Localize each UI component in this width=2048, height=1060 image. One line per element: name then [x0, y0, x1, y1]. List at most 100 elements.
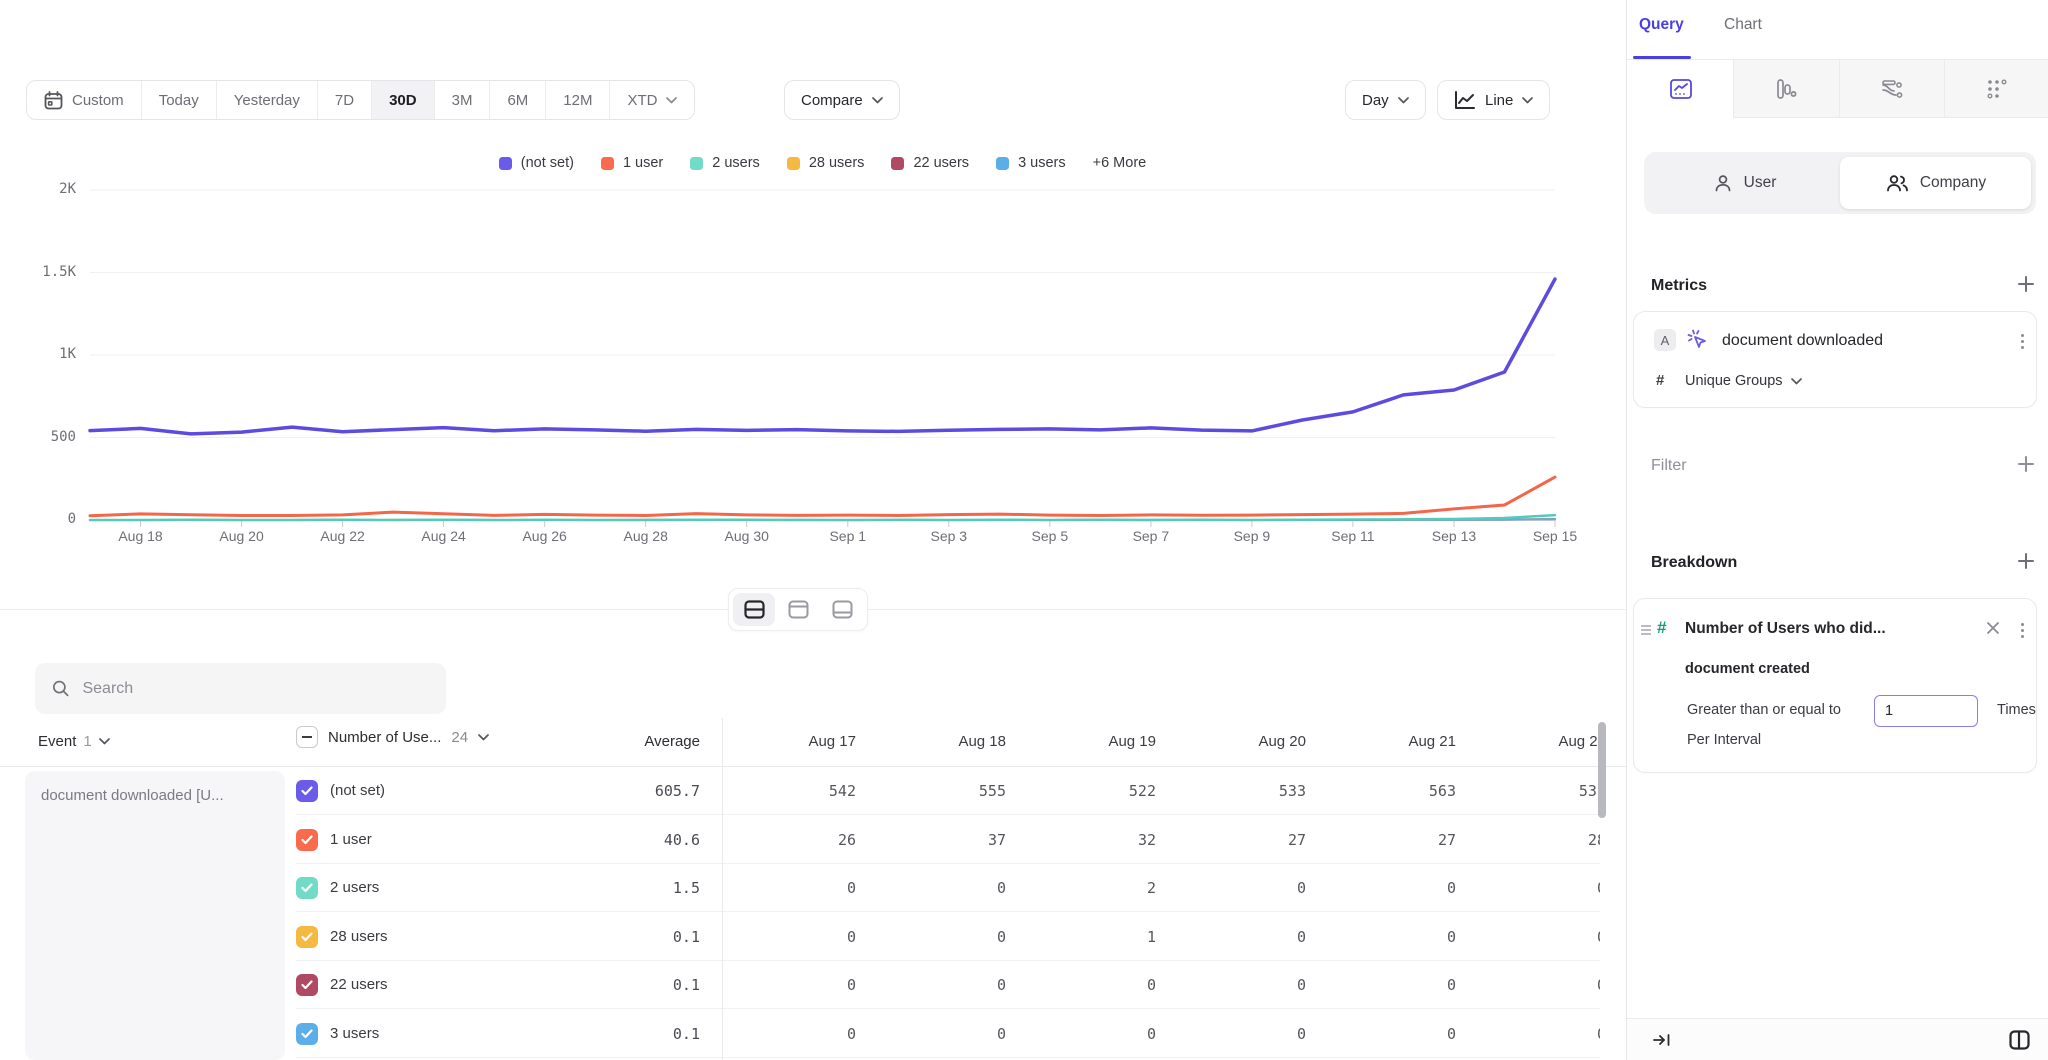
- search-box[interactable]: [35, 663, 446, 714]
- layout-table-button[interactable]: [821, 593, 863, 626]
- breakdown-hash-icon: #: [1657, 618, 1666, 638]
- legend-item[interactable]: 2 users: [690, 155, 760, 171]
- breakdown-condition-label[interactable]: Greater than or equal to: [1687, 702, 1841, 718]
- range-button-yesterday[interactable]: Yesterday: [217, 81, 318, 119]
- search-input[interactable]: [82, 680, 429, 698]
- breakdown-card[interactable]: # Number of Users who did... document cr…: [1633, 598, 2037, 773]
- legend-item[interactable]: 3 users: [996, 155, 1066, 171]
- legend-label: (not set): [521, 155, 574, 171]
- compare-label: Compare: [801, 92, 863, 109]
- chart-only-icon: [788, 600, 809, 619]
- legend-label: 2 users: [712, 155, 760, 171]
- series-checkbox[interactable]: [296, 974, 318, 996]
- breakdown-title[interactable]: Number of Users who did...: [1685, 620, 1886, 638]
- value-cell: 0: [722, 1010, 856, 1058]
- chart-type-dropdown[interactable]: Line: [1437, 80, 1550, 120]
- series-column-header[interactable]: Number of Use... 24: [296, 726, 489, 748]
- value-cell: 0: [1456, 961, 1600, 1009]
- value-cell: 542: [722, 767, 856, 815]
- range-label: Yesterday: [234, 92, 300, 109]
- chart-type-line[interactable]: [1628, 60, 1733, 118]
- range-button-custom[interactable]: Custom: [27, 81, 142, 119]
- layout-split-button[interactable]: [733, 593, 775, 626]
- chevron-down-icon: [99, 738, 110, 745]
- series-checkbox[interactable]: [296, 780, 318, 802]
- collapse-panel-icon[interactable]: [1653, 1032, 1671, 1048]
- compare-button[interactable]: Compare: [784, 80, 900, 120]
- breakdown-options-kebab[interactable]: [2017, 619, 2028, 642]
- series-checkbox[interactable]: [296, 1023, 318, 1045]
- chart-type-selector: [1628, 60, 2048, 118]
- value-cell: 0: [856, 913, 1006, 961]
- chevron-down-icon: [1522, 97, 1533, 104]
- series-label[interactable]: (not set): [330, 782, 385, 799]
- range-button-xtd[interactable]: XTD: [610, 81, 694, 119]
- legend-item[interactable]: (not set): [499, 155, 574, 171]
- aggregation-dropdown[interactable]: Unique Groups: [1685, 373, 1802, 389]
- side-panel-icon[interactable]: [2009, 1030, 2030, 1050]
- event-column-header[interactable]: Event 1: [38, 733, 110, 750]
- series-checkbox[interactable]: [296, 877, 318, 899]
- line-chart[interactable]: [90, 190, 1555, 520]
- value-cell: 0: [856, 864, 1006, 912]
- x-tick-label: Aug 30: [725, 528, 769, 544]
- add-metric-button[interactable]: [2017, 275, 2035, 293]
- chevron-down-icon: [1791, 378, 1802, 385]
- series-count: 24: [451, 729, 468, 746]
- add-filter-button[interactable]: [2017, 455, 2035, 473]
- metric-options-kebab[interactable]: [2017, 330, 2028, 353]
- interval-dropdown[interactable]: Day: [1345, 80, 1426, 120]
- table-row: 22 users0.1000000: [0, 961, 1626, 1009]
- x-tick-label: Sep 9: [1234, 528, 1271, 544]
- range-button-3m[interactable]: 3M: [435, 81, 491, 119]
- legend-item[interactable]: 28 users: [787, 155, 865, 171]
- times-value-input[interactable]: [1874, 695, 1978, 727]
- chart-type-flow[interactable]: [1839, 60, 1944, 118]
- range-button-today[interactable]: Today: [142, 81, 217, 119]
- date-column-header: Aug 22: [1456, 718, 1600, 766]
- add-breakdown-button[interactable]: [2017, 552, 2035, 570]
- chart-type-grid[interactable]: [1944, 60, 2048, 118]
- close-icon[interactable]: [1986, 621, 2000, 635]
- series-label[interactable]: 1 user: [330, 831, 372, 848]
- legend-more-button[interactable]: +6 More: [1093, 155, 1147, 171]
- range-button-7d[interactable]: 7D: [318, 81, 372, 119]
- series-checkbox[interactable]: [296, 926, 318, 948]
- legend-item[interactable]: 22 users: [891, 155, 969, 171]
- range-button-12m[interactable]: 12M: [546, 81, 610, 119]
- average-cell: 0.1: [560, 976, 700, 994]
- select-all-checkbox[interactable]: [296, 726, 318, 748]
- dot-grid-icon: [1985, 77, 2009, 101]
- legend-label: 3 users: [1018, 155, 1066, 171]
- series-label[interactable]: 2 users: [330, 879, 379, 896]
- series-label[interactable]: 22 users: [330, 976, 388, 993]
- legend-swatch: [787, 157, 800, 170]
- legend-item[interactable]: 1 user: [601, 155, 663, 171]
- range-button-6m[interactable]: 6M: [490, 81, 546, 119]
- series-label[interactable]: 28 users: [330, 928, 388, 945]
- range-button-30d[interactable]: 30D: [372, 81, 435, 119]
- series-checkbox[interactable]: [296, 829, 318, 851]
- search-icon: [52, 679, 69, 698]
- metric-card[interactable]: A document downloaded # Unique Groups: [1633, 311, 2037, 408]
- scope-company-label: Company: [1920, 174, 1986, 192]
- breakdown-event-name[interactable]: document created: [1685, 661, 1810, 677]
- chart-type-bar[interactable]: [1733, 60, 1838, 118]
- layout-chart-button[interactable]: [777, 593, 819, 626]
- query-panel: Query Chart User Company Metrics A: [1626, 0, 2048, 1060]
- value-cell: 563: [1306, 767, 1456, 815]
- row-separator: [296, 1057, 1600, 1058]
- legend-swatch: [690, 157, 703, 170]
- check-icon: [301, 786, 313, 796]
- scope-company[interactable]: Company: [1840, 157, 2031, 209]
- series-label[interactable]: 3 users: [330, 1025, 379, 1042]
- tab-query[interactable]: Query: [1639, 16, 1684, 34]
- table-scrollbar[interactable]: [1598, 722, 1606, 818]
- metric-event-name[interactable]: document downloaded: [1722, 332, 1883, 350]
- check-icon: [301, 883, 313, 893]
- drag-handle-icon[interactable]: [1640, 623, 1652, 635]
- per-interval-label[interactable]: Per Interval: [1687, 732, 1761, 748]
- scope-user[interactable]: User: [1649, 157, 1840, 209]
- value-cell: 28: [1456, 816, 1600, 864]
- check-icon: [301, 835, 313, 845]
